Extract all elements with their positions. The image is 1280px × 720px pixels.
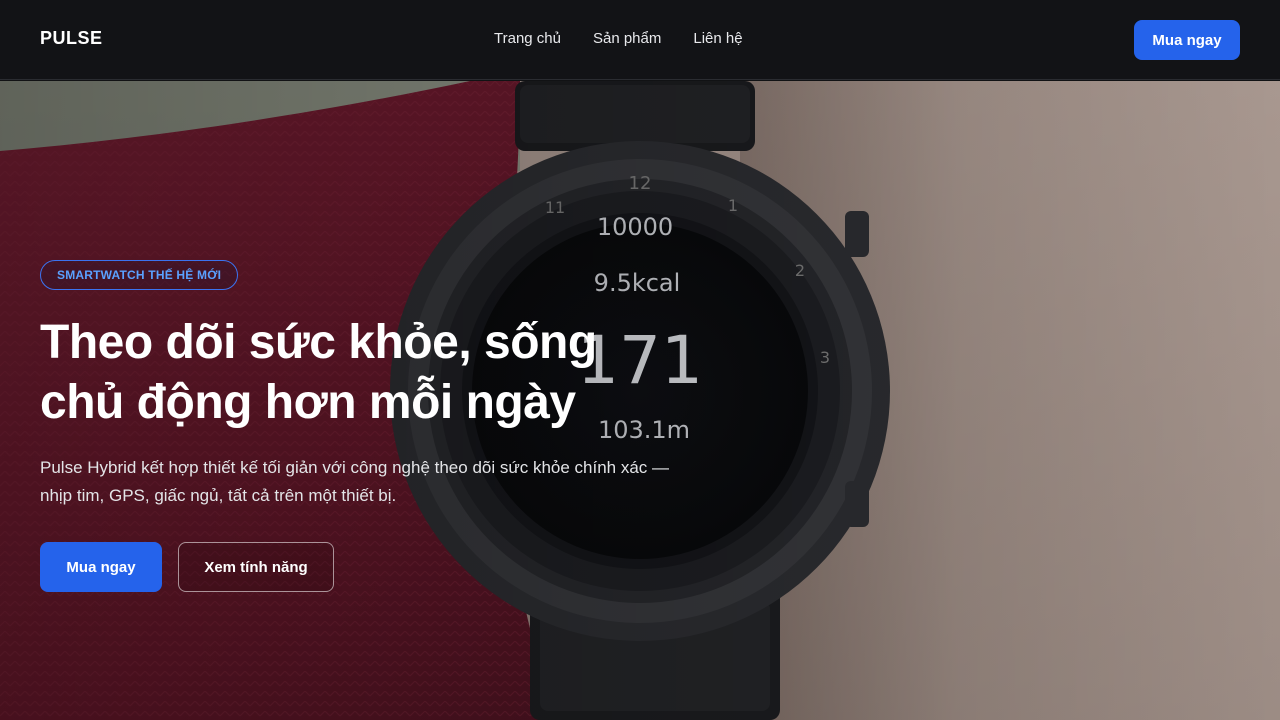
hero-buy-button[interactable]: Mua ngay [40,542,162,592]
hero-headline-line-1: Theo dõi sức khỏe, sống [40,316,597,369]
nav-links: Trang chủ Sản phẩm Liên hệ [494,30,743,47]
hero-badge: SMARTWATCH THẾ HỆ MỚI [40,260,239,290]
nav-link-contact[interactable]: Liên hệ [693,30,742,47]
nav-buy-button[interactable]: Mua ngay [1134,20,1240,60]
nav-link-products[interactable]: Sản phẩm [593,30,661,47]
top-nav: PULSE Trang chủ Sản phẩm Liên hệ Mua nga… [0,0,1280,80]
nav-link-home[interactable]: Trang chủ [494,30,561,47]
hero-section: 12 1 2 3 11 10000 9.5kcal 171 103.1m SMA… [0,81,1280,720]
brand-logo[interactable]: PULSE [40,28,103,49]
hero-description: Pulse Hybrid kết hợp thiết kế tối giản v… [40,458,670,505]
hero-headline-line-2: chủ động hơn mỗi ngày [40,376,576,429]
hero-features-button[interactable]: Xem tính năng [178,542,334,592]
hero-headline: Theo dõi sức khỏe, sống chủ động hơn mỗi… [40,313,680,433]
